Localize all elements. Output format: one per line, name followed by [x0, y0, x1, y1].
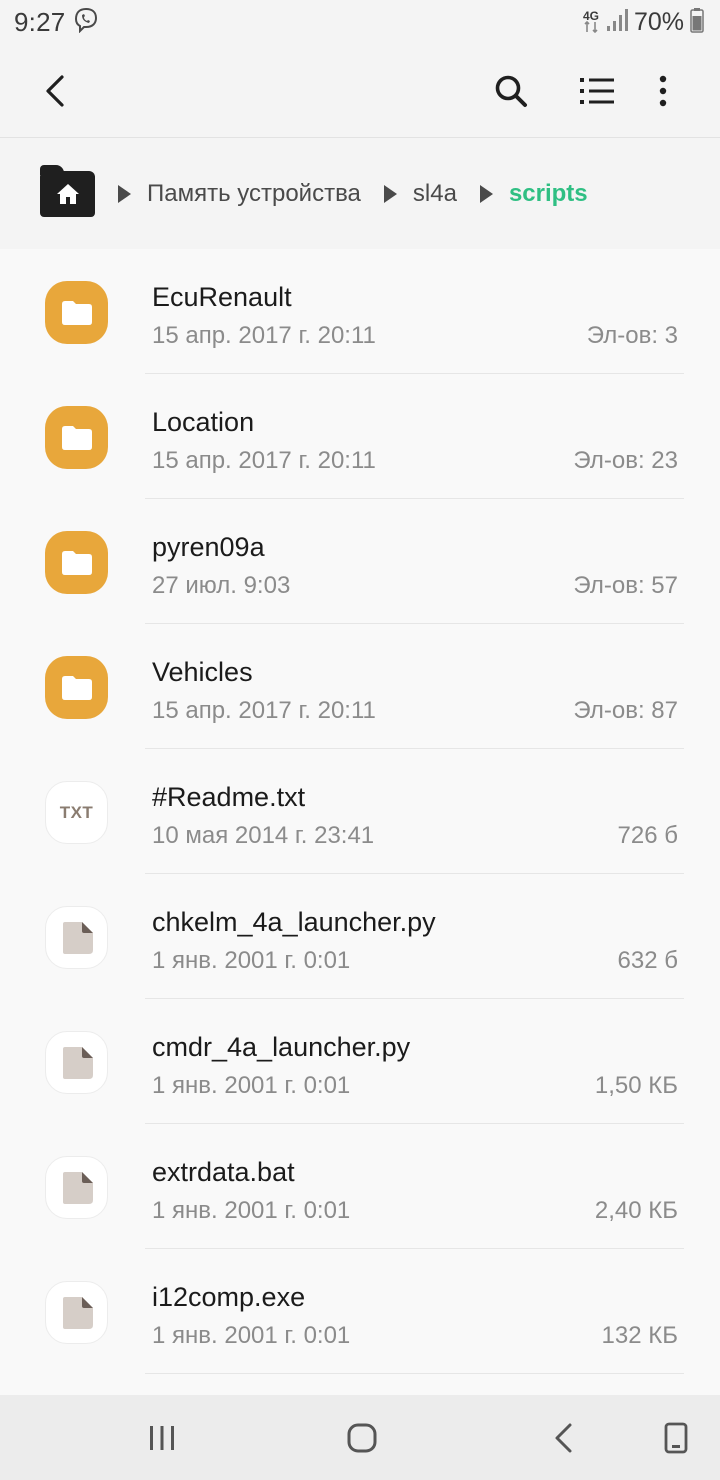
file-meta: 132 КБ: [601, 1322, 678, 1349]
nav-back-button[interactable]: [539, 1413, 589, 1463]
data-arrows-icon: 4G: [582, 9, 600, 33]
rotate-button[interactable]: [651, 1413, 701, 1463]
breadcrumb-arrow-icon: [118, 184, 131, 203]
recent-apps-button[interactable]: [137, 1413, 187, 1463]
file-meta: Эл-ов: 23: [573, 447, 678, 474]
file-meta: 726 б: [617, 822, 678, 849]
generic-file-icon: [45, 1031, 108, 1094]
list-item-file[interactable]: cmdr_4a_launcher.py 1 янв. 2001 г. 0:01 …: [0, 999, 720, 1124]
file-name: EcuRenault: [152, 282, 292, 312]
more-options-button[interactable]: [640, 66, 686, 116]
file-date: 15 апр. 2017 г. 20:11: [152, 697, 376, 724]
search-icon: [495, 75, 527, 107]
list-item-file[interactable]: i12comp.exe 1 янв. 2001 г. 0:01 132 КБ: [0, 1249, 720, 1374]
generic-file-icon: [45, 906, 108, 969]
folder-icon: [45, 656, 108, 719]
folder-icon: [45, 281, 108, 344]
list-item-folder[interactable]: Vehicles 15 апр. 2017 г. 20:11 Эл-ов: 87: [0, 624, 720, 749]
file-list: EcuRenault 15 апр. 2017 г. 20:11 Эл-ов: …: [0, 249, 720, 1395]
folder-icon: [45, 406, 108, 469]
file-date: 27 июл. 9:03: [152, 572, 291, 599]
file-date: 15 апр. 2017 г. 20:11: [152, 322, 376, 349]
file-date: 1 янв. 2001 г. 0:01: [152, 947, 351, 974]
search-button[interactable]: [486, 66, 536, 116]
list-item-folder[interactable]: pyren09a 27 июл. 9:03 Эл-ов: 57: [0, 499, 720, 624]
file-date: 15 апр. 2017 г. 20:11: [152, 447, 376, 474]
file-meta: 2,40 КБ: [594, 1197, 678, 1224]
file-name: #Readme.txt: [152, 782, 306, 812]
network-label: 4G: [582, 9, 599, 23]
file-date: 10 мая 2014 г. 23:41: [152, 822, 375, 849]
signal-icon: [606, 8, 628, 37]
list-item-file[interactable]: extrdata.bat 1 янв. 2001 г. 0:01 2,40 КБ: [0, 1124, 720, 1249]
txt-file-icon: TXT: [45, 781, 108, 844]
row-divider: [145, 1373, 684, 1374]
breadcrumb-arrow-icon: [479, 184, 493, 203]
file-date: 1 янв. 2001 г. 0:01: [152, 1322, 351, 1349]
file-name: Location: [152, 407, 255, 437]
recent-apps-icon: [150, 1426, 174, 1450]
back-icon: [555, 1423, 572, 1453]
back-arrow-icon: [46, 75, 64, 107]
list-item-folder[interactable]: Location 15 апр. 2017 г. 20:11 Эл-ов: 23: [0, 374, 720, 499]
file-date: 1 янв. 2001 г. 0:01: [152, 1197, 351, 1224]
list-item-file[interactable]: TXT #Readme.txt 10 мая 2014 г. 23:41 726…: [0, 749, 720, 874]
file-name: pyren09a: [152, 532, 265, 562]
more-vert-icon: [659, 75, 667, 107]
status-right: 4G 70%: [582, 7, 704, 38]
file-name: Vehicles: [152, 657, 253, 687]
list-item-folder[interactable]: EcuRenault 15 апр. 2017 г. 20:11 Эл-ов: …: [0, 249, 720, 374]
battery-icon: [690, 7, 704, 38]
back-button[interactable]: [30, 66, 80, 116]
viber-icon: [73, 7, 99, 38]
toolbar: [0, 44, 720, 138]
status-bar: 9:27 4G 70%: [0, 0, 720, 44]
home-button[interactable]: [337, 1413, 387, 1463]
generic-file-icon: [45, 1156, 108, 1219]
status-time: 9:27: [14, 6, 66, 37]
list-item-file[interactable]: chkelm_4a_launcher.py 1 янв. 2001 г. 0:0…: [0, 874, 720, 999]
list-view-icon: [580, 78, 614, 104]
txt-icon-label: TXT: [59, 802, 94, 822]
file-meta: Эл-ов: 57: [573, 572, 678, 599]
home-icon: [347, 1423, 377, 1453]
generic-file-icon: [45, 1281, 108, 1344]
status-left: 9:27: [14, 7, 99, 38]
file-meta: Эл-ов: 87: [573, 697, 678, 724]
file-name: cmdr_4a_launcher.py: [152, 1032, 411, 1062]
breadcrumb: Память устройства sl4a scripts: [0, 138, 720, 249]
battery-text: 70%: [633, 7, 684, 36]
navigation-bar: [0, 1395, 720, 1480]
breadcrumb-item-scripts[interactable]: scripts: [509, 180, 588, 208]
list-view-button[interactable]: [572, 66, 622, 116]
file-name: chkelm_4a_launcher.py: [152, 907, 436, 937]
file-meta: 1,50 КБ: [594, 1072, 678, 1099]
folder-icon: [45, 531, 108, 594]
rotate-icon: [664, 1422, 688, 1454]
breadcrumb-item-sl4a[interactable]: sl4a: [413, 180, 457, 208]
home-folder-button[interactable]: [40, 164, 95, 217]
file-date: 1 янв. 2001 г. 0:01: [152, 1072, 351, 1099]
file-name: i12comp.exe: [152, 1282, 306, 1312]
file-meta: 632 б: [617, 947, 678, 974]
file-meta: Эл-ов: 3: [586, 322, 678, 349]
breadcrumb-arrow-icon: [383, 184, 397, 203]
home-folder-icon: [56, 183, 79, 204]
breadcrumb-item-storage[interactable]: Память устройства: [147, 180, 361, 208]
file-name: extrdata.bat: [152, 1157, 295, 1187]
